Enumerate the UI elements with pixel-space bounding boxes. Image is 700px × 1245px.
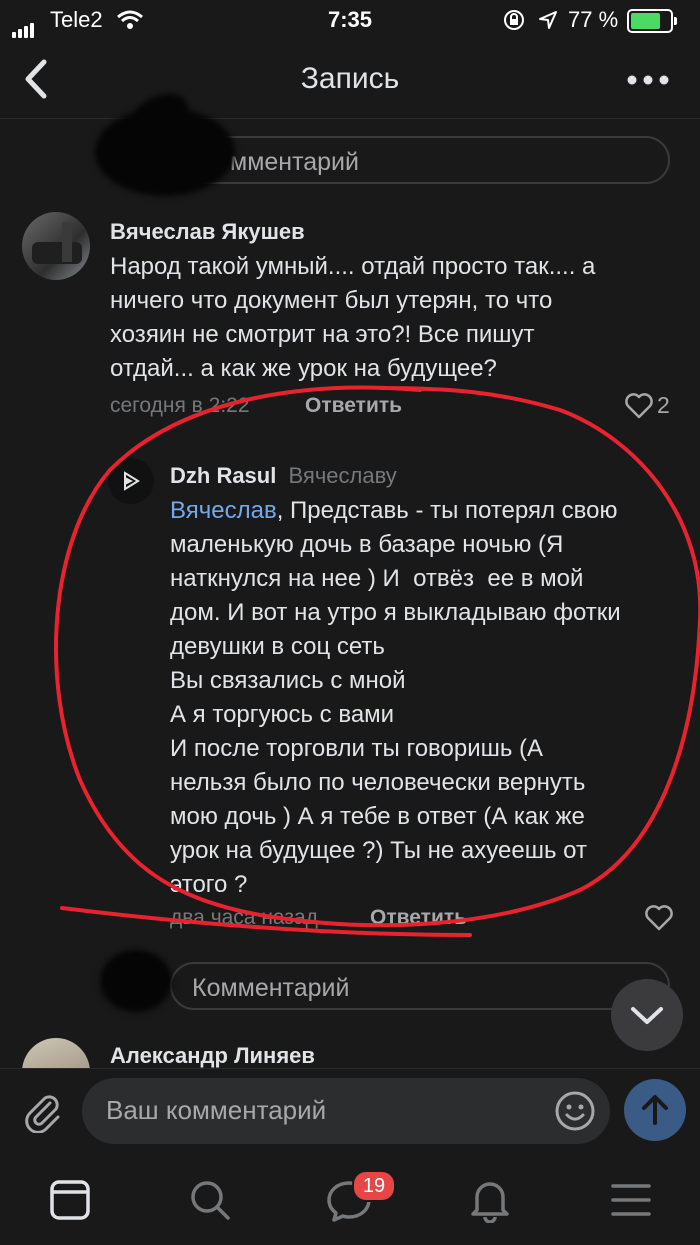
menu-icon[interactable] bbox=[610, 1181, 652, 1219]
reply-author-name[interactable]: Dzh Rasul bbox=[170, 463, 276, 488]
emoji-icon[interactable] bbox=[554, 1090, 596, 1132]
redaction-scribble bbox=[100, 950, 172, 1012]
reply-author: Dzh Rasul Вячеславу bbox=[170, 463, 397, 489]
more-horizontal-icon[interactable] bbox=[626, 70, 670, 90]
comment-author[interactable]: Александр Линяев bbox=[110, 1043, 315, 1069]
reply-text: Вячеслав, Представь - ты потерял свою ма… bbox=[170, 494, 690, 902]
reply-button[interactable]: Ответить bbox=[370, 906, 467, 930]
mention-link[interactable]: Вячеслав bbox=[170, 497, 277, 524]
comment-time: сегодня в 2:22 bbox=[110, 394, 250, 417]
comment-input-top-placeholder: мментарий bbox=[230, 148, 359, 176]
nav-bar: Запись bbox=[0, 40, 700, 119]
chevron-down-icon bbox=[631, 1007, 663, 1024]
comment-input-second[interactable]: Комментарий bbox=[170, 962, 670, 1010]
status-bar: Tele2 7:35 77 % bbox=[0, 0, 700, 40]
comment-text: Народ такой умный.... отдай просто так..… bbox=[110, 253, 596, 382]
reply-button[interactable]: Ответить bbox=[305, 394, 402, 418]
feed-icon[interactable] bbox=[49, 1179, 91, 1221]
battery-percent: 77 % bbox=[568, 7, 619, 32]
avatar[interactable] bbox=[108, 458, 154, 504]
heart-icon[interactable] bbox=[625, 393, 653, 419]
comment-composer: Ваш комментарий bbox=[0, 1068, 700, 1155]
location-icon bbox=[539, 11, 557, 29]
comment-author[interactable]: Вячеслав Якушев bbox=[110, 219, 305, 245]
rotation-lock-icon bbox=[504, 10, 524, 30]
scroll-down-button[interactable] bbox=[611, 979, 683, 1051]
messages-badge: 19 bbox=[352, 1170, 396, 1202]
comment-input[interactable]: Ваш комментарий bbox=[82, 1078, 610, 1144]
avatar[interactable] bbox=[22, 212, 90, 280]
notifications-icon[interactable] bbox=[469, 1177, 511, 1223]
play-icon bbox=[124, 471, 140, 491]
battery-icon bbox=[627, 9, 677, 33]
comment-input-second-placeholder: Комментарий bbox=[192, 974, 350, 1002]
like-count: 2 bbox=[657, 392, 670, 418]
comment-input-top[interactable]: мментарий bbox=[170, 136, 670, 184]
heart-icon[interactable] bbox=[645, 905, 673, 931]
send-button[interactable] bbox=[624, 1079, 686, 1141]
arrow-up-icon bbox=[642, 1095, 668, 1125]
reply-time: два часа назад bbox=[170, 906, 318, 929]
search-icon[interactable] bbox=[189, 1179, 231, 1221]
reply-to[interactable]: Вячеславу bbox=[288, 463, 396, 488]
comment-input-placeholder: Ваш комментарий bbox=[106, 1095, 327, 1125]
page-title: Запись bbox=[300, 62, 400, 95]
paperclip-icon[interactable] bbox=[20, 1089, 64, 1133]
reply-text-body: , Представь - ты потерял свою маленькую … bbox=[170, 497, 621, 898]
tab-bar bbox=[0, 1155, 700, 1245]
